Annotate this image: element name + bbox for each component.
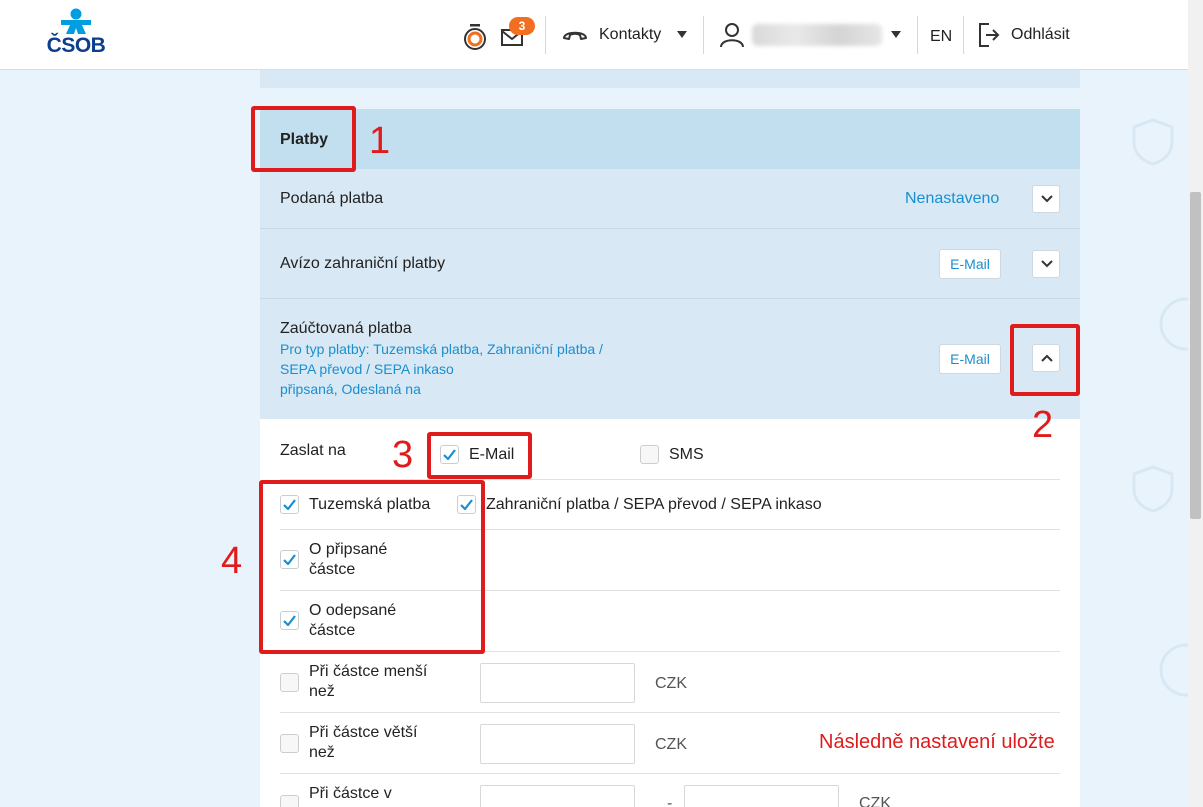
user-name-blurred[interactable] bbox=[752, 24, 882, 46]
amount-range-from-input[interactable] bbox=[480, 785, 635, 807]
amount-less-than-label-line2: než bbox=[309, 683, 335, 700]
logo-mark-icon bbox=[61, 8, 91, 34]
logout-link[interactable]: Odhlásit bbox=[1011, 26, 1070, 44]
annotation-box-4 bbox=[259, 480, 485, 654]
range-dash: - bbox=[667, 795, 673, 807]
phone-icon bbox=[563, 31, 587, 40]
circle-watermark-icon bbox=[1159, 643, 1188, 697]
foreign-payment-label[interactable]: Zahraniční platba / SEPA převod / SEPA i… bbox=[486, 495, 822, 515]
annotation-number-4: 4 bbox=[221, 540, 243, 582]
notification-row-submitted-payment[interactable]: Podaná platba Nenastaveno bbox=[260, 169, 1080, 229]
annotation-box-2 bbox=[1010, 324, 1080, 396]
mail-count-badge: 3 bbox=[509, 17, 535, 35]
amount-less-than-label[interactable]: Při částce menší bbox=[309, 662, 427, 682]
currency-label: CZK bbox=[655, 675, 687, 692]
amount-greater-than-label[interactable]: Při částce větší bbox=[309, 723, 417, 743]
row-subtitle-line: SEPA převod / SEPA inkaso bbox=[280, 361, 454, 377]
circle-watermark-icon bbox=[1159, 297, 1188, 351]
annotation-number-3: 3 bbox=[392, 434, 414, 476]
expand-toggle[interactable] bbox=[1032, 250, 1060, 278]
row-subtitle-line: Pro typ platby: Tuzemská platba, Zahrani… bbox=[280, 341, 603, 357]
sms-checkbox[interactable] bbox=[640, 445, 659, 464]
chevron-down-icon bbox=[1041, 260, 1053, 268]
notification-row-foreign-advice[interactable]: Avízo zahraniční platby E-Mail bbox=[260, 229, 1080, 299]
header-divider bbox=[703, 16, 704, 54]
send-to-label: Zaslat na bbox=[280, 442, 346, 459]
logout-icon[interactable] bbox=[977, 22, 1001, 48]
row-status-value[interactable]: Nenastaveno bbox=[905, 190, 999, 208]
row-subtitle-line: připsaná, Odeslaná na bbox=[280, 381, 421, 397]
session-timer-icon[interactable] bbox=[462, 23, 488, 51]
amount-less-than-checkbox[interactable] bbox=[280, 673, 299, 692]
contacts-chevron-down-icon[interactable] bbox=[677, 31, 687, 38]
notification-row-posted-payment[interactable]: Zaúčtovaná platba Pro typ platby: Tuzems… bbox=[260, 299, 1080, 419]
row-title: Zaúčtovaná platba bbox=[280, 320, 412, 337]
expand-toggle[interactable] bbox=[1032, 185, 1060, 213]
chevron-down-icon bbox=[1041, 195, 1053, 203]
divider bbox=[280, 773, 1060, 774]
annotation-box-3 bbox=[427, 432, 532, 479]
amount-range-to-input[interactable] bbox=[684, 785, 839, 807]
amount-range-label[interactable]: Při částce v bbox=[309, 784, 392, 804]
previous-section-bottom bbox=[260, 70, 1080, 88]
annotation-number-1: 1 bbox=[369, 120, 391, 162]
annotation-box-1 bbox=[251, 106, 356, 172]
user-chevron-down-icon[interactable] bbox=[891, 31, 901, 38]
amount-greater-than-checkbox[interactable] bbox=[280, 734, 299, 753]
sms-option-label[interactable]: SMS bbox=[669, 445, 704, 465]
shield-watermark-icon bbox=[1132, 465, 1174, 513]
annotation-number-2: 2 bbox=[1032, 404, 1054, 446]
row-title: Podaná platba bbox=[280, 190, 384, 207]
currency-label: CZK bbox=[859, 795, 891, 807]
top-header: ČSOB 3 Kontakty EN Odhlásit bbox=[0, 0, 1188, 70]
currency-label: CZK bbox=[655, 736, 687, 753]
shield-watermark-icon bbox=[1132, 118, 1174, 166]
user-icon[interactable] bbox=[718, 21, 746, 49]
amount-less-than-input[interactable] bbox=[480, 663, 635, 703]
amount-greater-than-label-line2: než bbox=[309, 744, 335, 761]
header-divider bbox=[963, 16, 964, 54]
language-switch[interactable]: EN bbox=[930, 28, 952, 46]
page-scrollbar-thumb[interactable] bbox=[1190, 192, 1201, 519]
row-title: Avízo zahraniční platby bbox=[280, 255, 446, 272]
csob-logo[interactable]: ČSOB bbox=[44, 8, 108, 58]
divider bbox=[280, 712, 1060, 713]
channel-chip-email: E-Mail bbox=[939, 249, 1001, 279]
header-divider bbox=[917, 16, 918, 54]
logo-text: ČSOB bbox=[46, 34, 106, 57]
save-settings-note: Následně nastavení uložte bbox=[819, 731, 1055, 753]
amount-greater-than-input[interactable] bbox=[480, 724, 635, 764]
contacts-menu[interactable]: Kontakty bbox=[599, 26, 661, 44]
header-divider bbox=[545, 16, 546, 54]
channel-chip-email: E-Mail bbox=[939, 344, 1001, 374]
amount-range-checkbox[interactable] bbox=[280, 795, 299, 807]
